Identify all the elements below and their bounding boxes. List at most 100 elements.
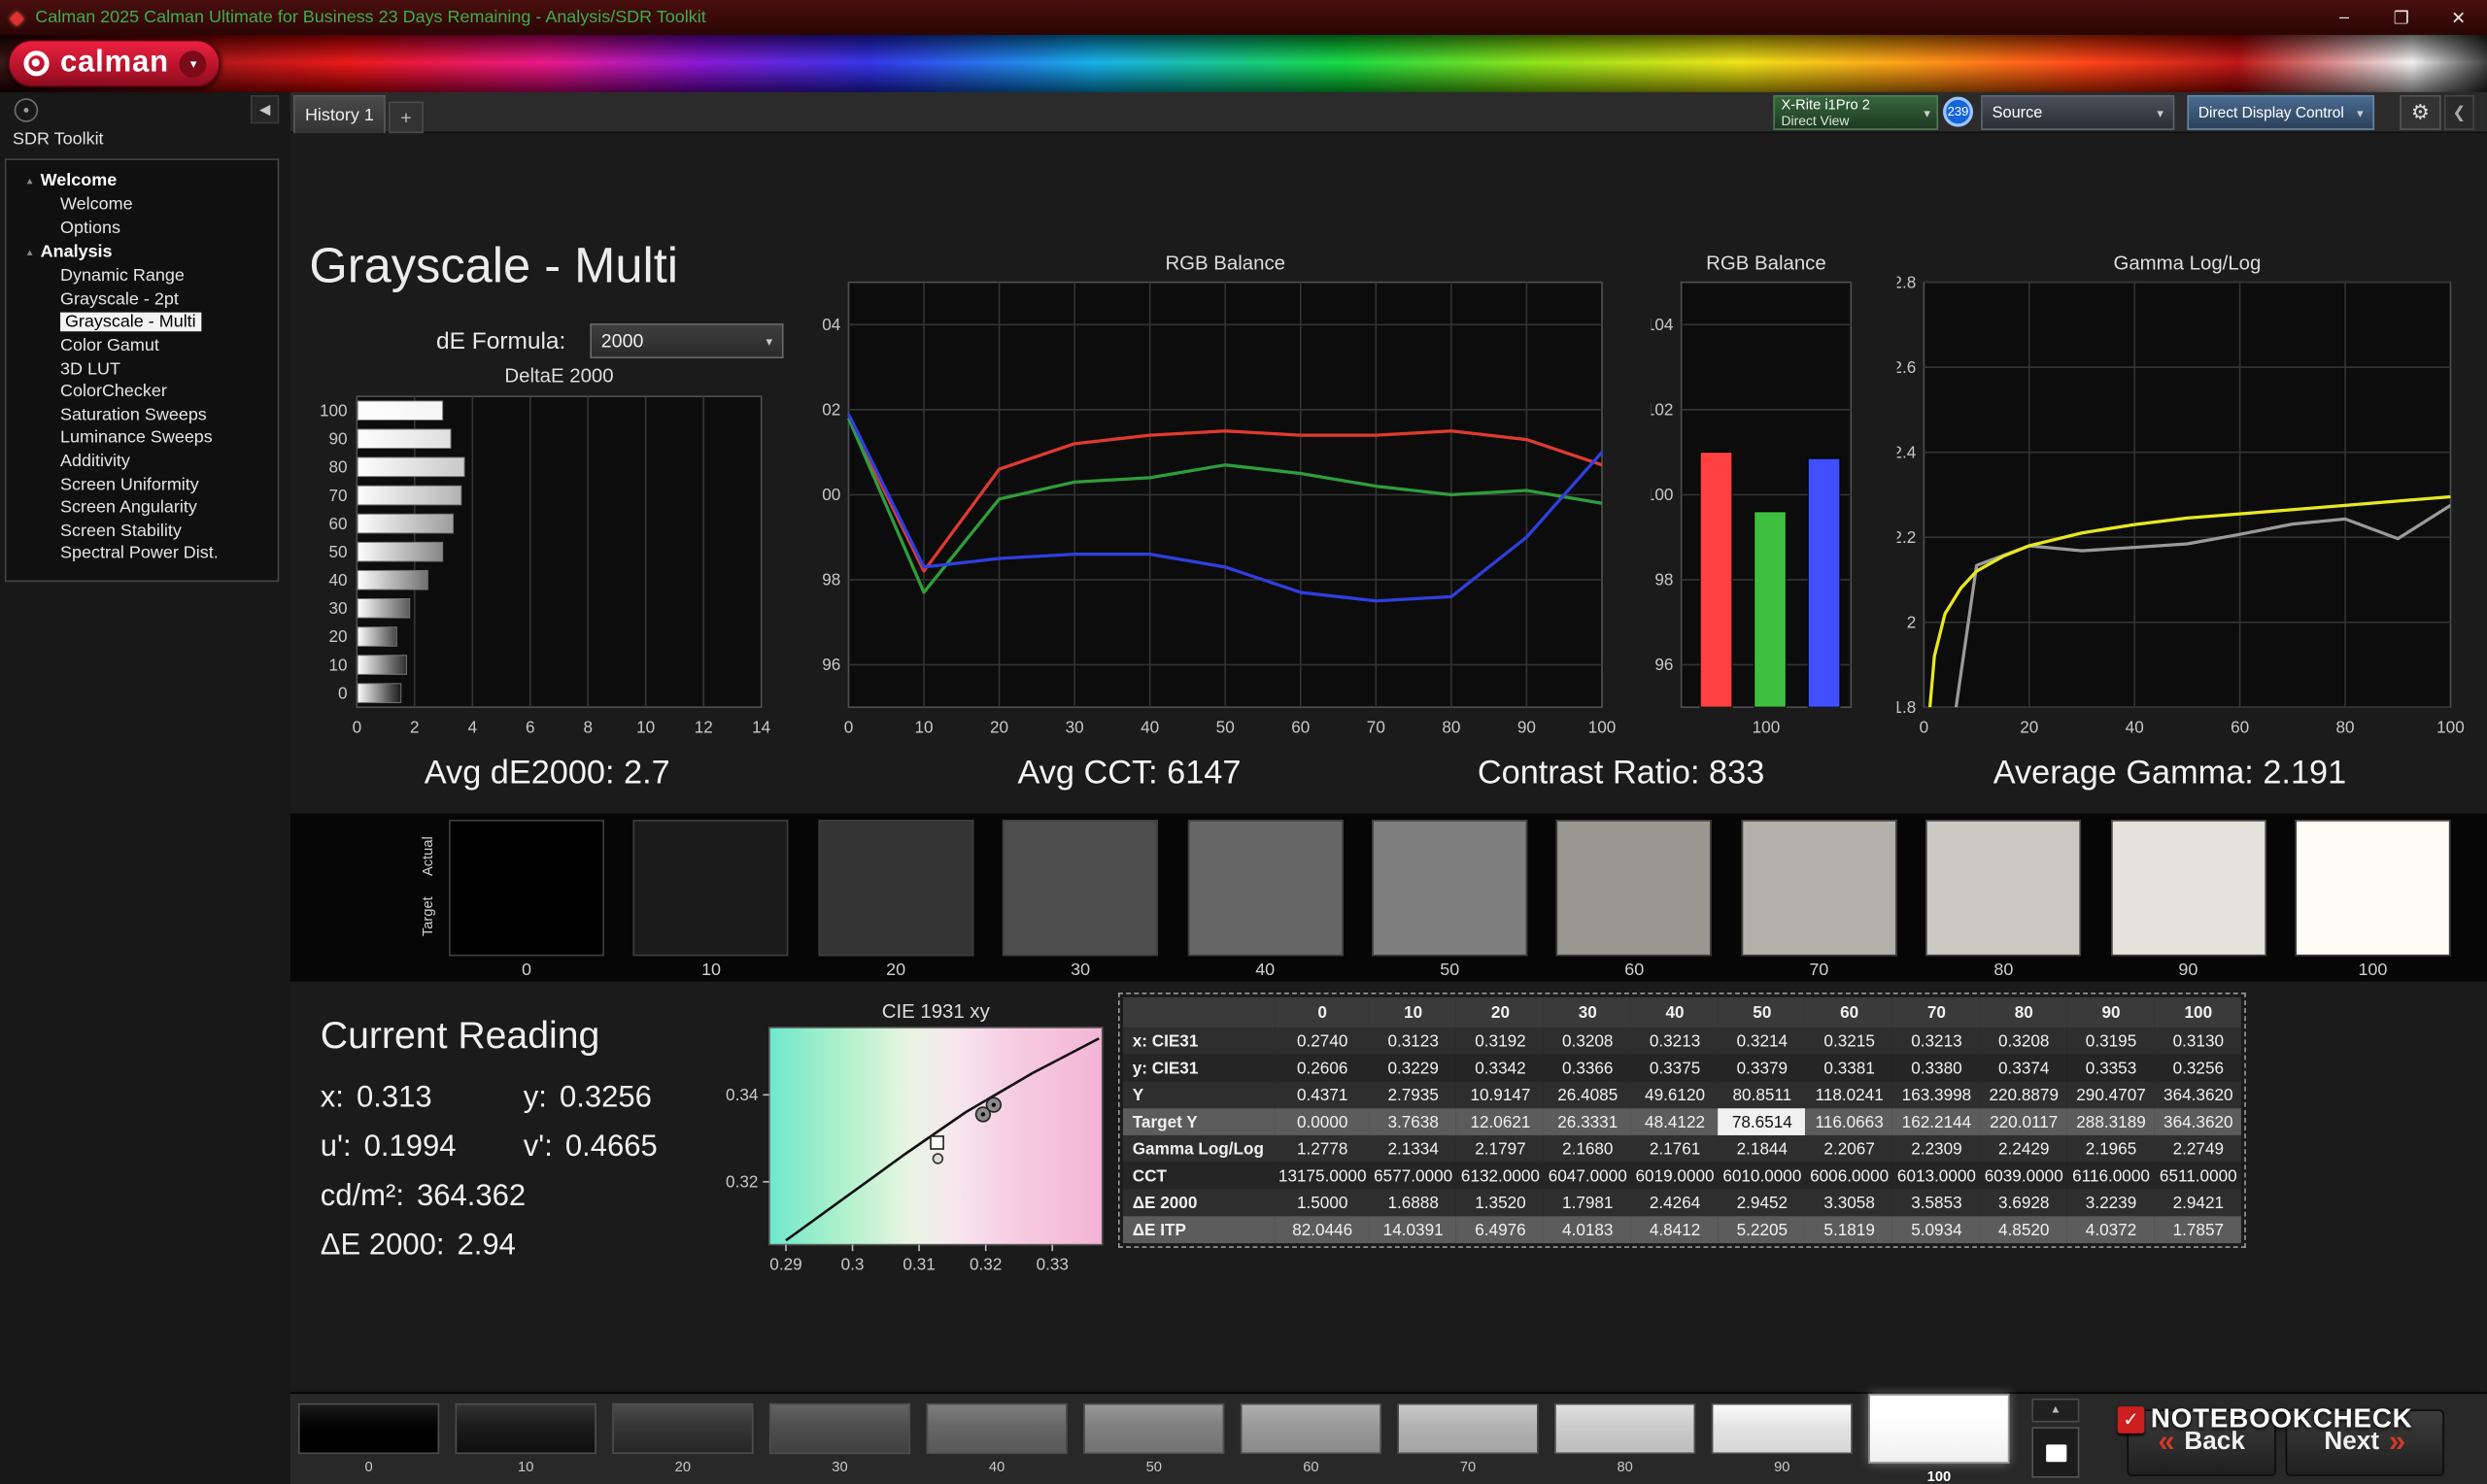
swatch-label: 20 — [886, 961, 906, 980]
svg-text:8: 8 — [583, 717, 593, 736]
display-control-selector[interactable]: Direct Display Control ▾ — [2187, 94, 2375, 130]
sidebar-item-screen-angularity[interactable]: Screen Angularity — [7, 496, 278, 520]
pattern-level-button-20[interactable]: 20 — [612, 1402, 754, 1474]
table-cell: 26.4085 — [1557, 1085, 1618, 1105]
svg-text:100: 100 — [320, 400, 348, 420]
sidebar-collapse-button[interactable]: ◀ — [250, 94, 280, 124]
table-row: Gamma Log/Log 1.2778 2.1334 2.1797 2.1680 2.1… — [1122, 1134, 2242, 1163]
panel-collapse-button[interactable]: ❮ — [2443, 94, 2474, 130]
svg-text:70: 70 — [328, 486, 347, 505]
rgb-balance-bar-chart: RGB Balance 96 98 100 102 104 100 — [1646, 248, 1861, 747]
pattern-up-button[interactable]: ▲ — [2031, 1398, 2080, 1423]
table-row-label: y: CIE31 — [1132, 1058, 1199, 1078]
pattern-level-button-10[interactable]: 10 — [455, 1402, 596, 1474]
add-tab-button[interactable]: + — [388, 101, 424, 134]
table-cell: 2.9452 — [1736, 1193, 1789, 1213]
sidebar-item-3d-lut[interactable]: 3D LUT — [7, 357, 278, 381]
svg-text:50: 50 — [1216, 717, 1235, 736]
de-formula-label: dE Formula: — [435, 327, 566, 355]
svg-text:14: 14 — [752, 717, 771, 736]
svg-text:0.29: 0.29 — [769, 1255, 801, 1274]
table-cell: 80.8511 — [1732, 1085, 1792, 1105]
display-control-dropdown-icon: ▾ — [2357, 105, 2364, 120]
table-cell: 13175.0000 — [1278, 1165, 1367, 1186]
table-cell: 3.6928 — [1998, 1193, 2050, 1213]
table-cell: 0.3214 — [1736, 1031, 1789, 1051]
grayscale-swatch-100: 100 — [2295, 820, 2451, 980]
sidebar-item-colorchecker[interactable]: ColorChecker — [7, 381, 278, 404]
svg-text:6: 6 — [526, 717, 535, 736]
pattern-level-button-70[interactable]: 70 — [1397, 1402, 1539, 1475]
table-cell: 0.3130 — [2172, 1031, 2225, 1051]
table-cell: 0.4371 — [1296, 1085, 1348, 1105]
settings-button[interactable]: ⚙ — [2400, 94, 2441, 130]
pattern-level-button-90[interactable]: 90 — [1711, 1402, 1853, 1474]
table-cell: 0.3256 — [2172, 1058, 2225, 1078]
table-row: x: CIE31 0.2740 0.3123 0.3192 0.3208 0.3213 0.… — [1122, 1027, 2242, 1055]
back-button[interactable]: « Back — [2127, 1409, 2276, 1476]
sidebar-item-spectral-power-dist-[interactable]: Spectral Power Dist. — [7, 543, 278, 566]
sidebar-item-color-gamut[interactable]: Color Gamut — [7, 334, 278, 357]
swatch-label: 60 — [1624, 961, 1645, 980]
pattern-level-button-40[interactable]: 40 — [926, 1402, 1068, 1474]
logo-strip: calman ▾ — [0, 34, 2487, 92]
pattern-window-button[interactable] — [2031, 1427, 2080, 1478]
reading-v: v': 0.4665 — [523, 1130, 658, 1164]
sidebar-item-welcome[interactable]: Welcome — [7, 193, 278, 217]
table-col-70: 70 — [1892, 996, 1981, 1028]
pattern-level-button-30[interactable]: 30 — [768, 1402, 911, 1474]
sidebar-item-grayscale-2pt[interactable]: Grayscale - 2pt — [7, 288, 278, 312]
minimize-button[interactable]: – — [2316, 0, 2373, 35]
table-cell: 2.1797 — [1475, 1139, 1526, 1159]
svg-text:0.34: 0.34 — [726, 1085, 759, 1104]
svg-text:96: 96 — [822, 655, 840, 674]
sidebar-item-saturation-sweeps[interactable]: Saturation Sweeps — [7, 404, 278, 427]
sidebar: ◀ SDR Toolkit ▴ Welcome Welcome Options ▴ Ana… — [0, 91, 290, 1484]
table-cell: 2.1761 — [1649, 1139, 1701, 1159]
svg-text:100: 100 — [2436, 717, 2465, 736]
svg-text:10: 10 — [636, 717, 655, 736]
table-row: y: CIE31 0.2606 0.3229 0.3342 0.3366 0.3375 0.… — [1122, 1054, 2242, 1082]
table-cell: 118.0241 — [1815, 1085, 1884, 1105]
calman-menu-button[interactable]: calman ▾ — [8, 39, 221, 87]
pattern-level-button-100[interactable]: 100 — [1868, 1394, 2010, 1484]
sidebar-item-grayscale-multi[interactable]: Grayscale - Multi — [7, 312, 278, 335]
svg-text:2.8: 2.8 — [1897, 272, 1917, 291]
sidebar-item-additivity[interactable]: Additivity — [7, 451, 278, 474]
table-row-label: x: CIE31 — [1132, 1031, 1199, 1051]
avg-de-summary: Avg dE2000: 2.7 — [424, 755, 670, 792]
table-cell: 5.0934 — [1911, 1220, 1962, 1239]
tree-group-analysis[interactable]: ▴ Analysis — [7, 240, 278, 265]
grayscale-swatch-strip: Actual Target 0 10 20 30 40 50 60 70 80 90 100 — [290, 813, 2487, 982]
source-dropdown-icon: ▾ — [2157, 105, 2163, 120]
table-cell: 78.6514 — [1718, 1108, 1806, 1135]
pattern-level-button-80[interactable]: 80 — [1553, 1402, 1696, 1474]
svg-text:104: 104 — [822, 315, 841, 334]
sidebar-item-luminance-sweeps[interactable]: Luminance Sweeps — [7, 427, 278, 451]
table-cell: 0.2606 — [1296, 1058, 1348, 1078]
sidebar-options-icon[interactable] — [14, 98, 39, 122]
sidebar-item-options[interactable]: Options — [7, 217, 278, 240]
sidebar-item-screen-stability[interactable]: Screen Stability — [7, 520, 278, 543]
tree-caret-icon: ▴ — [26, 247, 33, 259]
maximize-button[interactable]: ❐ — [2372, 0, 2430, 35]
source-selector[interactable]: Source ▾ — [1981, 94, 2175, 130]
close-button[interactable]: ✕ — [2430, 0, 2487, 35]
table-cell: 3.5853 — [1911, 1193, 1962, 1213]
svg-text:2.2: 2.2 — [1897, 527, 1917, 547]
table-cell: 82.0446 — [1292, 1220, 1353, 1239]
meter-selector[interactable]: X-Rite i1Pro 2 Direct View ▾ — [1773, 94, 1939, 130]
tab-history-1[interactable]: History 1 — [293, 94, 386, 134]
tree-group-welcome[interactable]: ▴ Welcome — [7, 168, 278, 193]
sidebar-item-dynamic-range[interactable]: Dynamic Range — [7, 265, 278, 288]
pattern-level-button-50[interactable]: 50 — [1083, 1402, 1225, 1474]
pattern-level-label: 70 — [1459, 1459, 1477, 1475]
pattern-level-button-0[interactable]: 0 — [297, 1402, 440, 1474]
table-cell: 1.3520 — [1475, 1193, 1526, 1213]
sidebar-item-screen-uniformity[interactable]: Screen Uniformity — [7, 473, 278, 496]
next-button[interactable]: Next » — [2285, 1409, 2444, 1476]
swatch-label: 10 — [701, 961, 722, 980]
avg-cct-summary: Avg CCT: 6147 — [1017, 755, 1242, 792]
table-cell: 1.7857 — [2172, 1220, 2225, 1239]
pattern-level-button-60[interactable]: 60 — [1240, 1402, 1382, 1474]
